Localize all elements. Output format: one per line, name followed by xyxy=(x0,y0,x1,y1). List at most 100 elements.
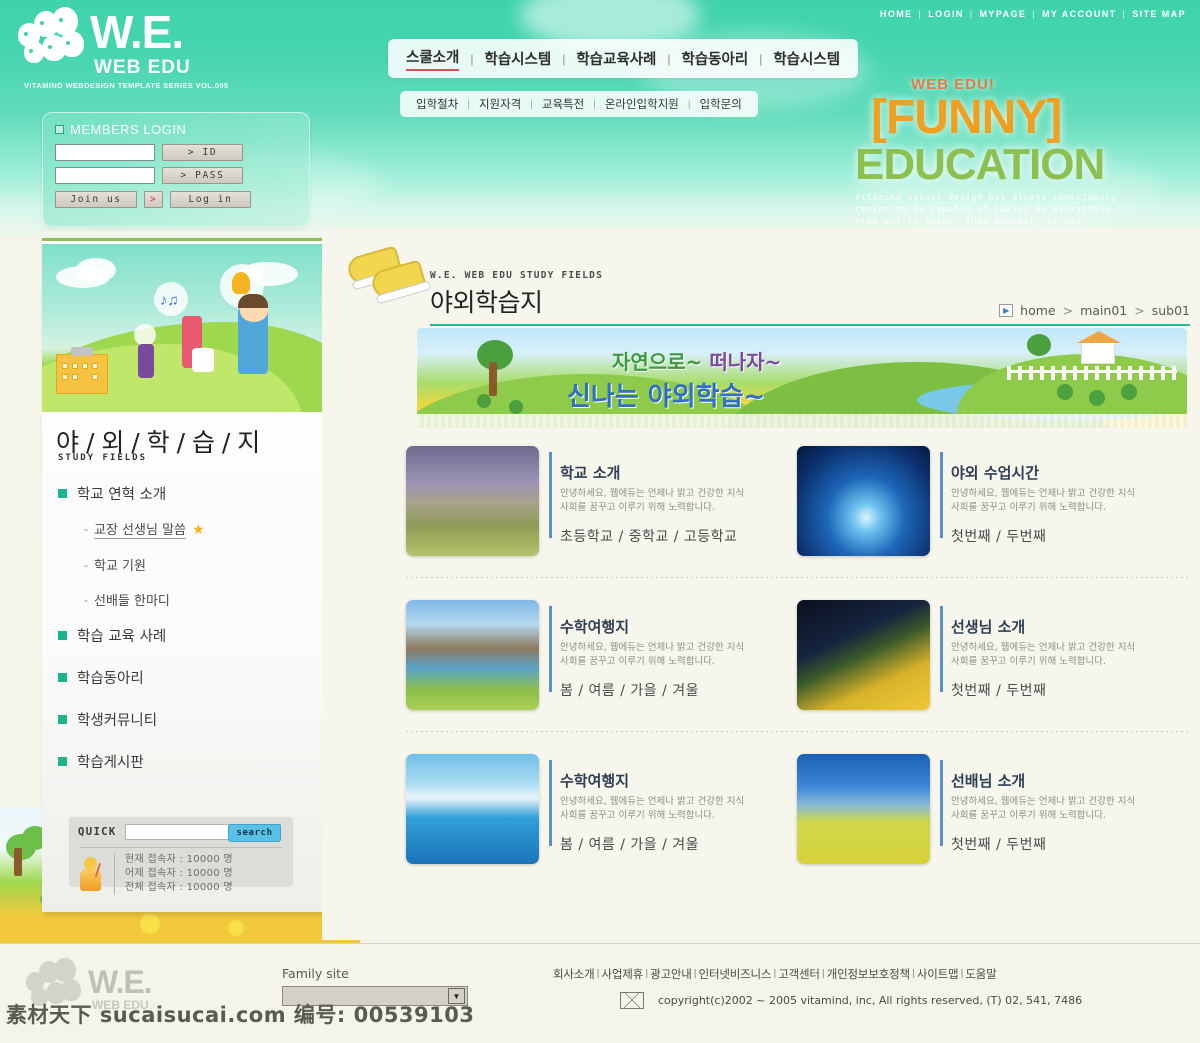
main-nav-item-education-cases[interactable]: 학습교육사례 xyxy=(576,48,656,69)
card-school-intro[interactable]: 학교 소개 안녕하세요, 웹에듀는 언제나 밝고 건강한 지식 사회를 꿈꾸고 … xyxy=(406,446,797,556)
quick-search-input[interactable] xyxy=(125,825,236,839)
main-nav-item-learning-system-2[interactable]: 학습시스템 xyxy=(773,48,840,69)
card-links[interactable]: 첫번째 / 두번째 xyxy=(951,526,1135,546)
login-id-input[interactable] xyxy=(55,144,155,161)
sidebar-item-label: 학습동아리 xyxy=(77,671,144,687)
breadcrumb: ▶ home > main01 > sub01 xyxy=(999,303,1190,318)
card-links[interactable]: 봄 / 여름 / 가을 / 겨울 xyxy=(560,680,744,700)
footer-link-help[interactable]: 도움말 xyxy=(965,967,996,981)
main-nav-item-study-club[interactable]: 학습동아리 xyxy=(682,48,749,69)
log-in-button[interactable]: Log in xyxy=(170,191,251,208)
sub-nav-item-admission-process[interactable]: 입학절차 xyxy=(416,96,458,112)
card-accent-bar xyxy=(549,606,552,692)
logo-tagline: VITAMIND WEBDESIGN TEMPLATE SERIES VOL.0… xyxy=(24,81,229,90)
login-title-row: MEMBERS LOGIN xyxy=(55,122,297,137)
card-alumni-intro[interactable]: 선배님 소개 안녕하세요, 웹에듀는 언제나 밝고 건강한 지식 사회를 꿈꾸고… xyxy=(797,754,1188,864)
nav-separator: | xyxy=(759,51,763,66)
login-input-column xyxy=(55,144,155,184)
utility-nav-item-login[interactable]: LOGIN xyxy=(928,9,964,19)
card-links[interactable]: 봄 / 여름 / 가을 / 겨울 xyxy=(560,834,744,854)
banner-headline-1: 자연으로~ 떠나자~ xyxy=(612,346,781,375)
footer-link-customer-center[interactable]: 고객센터 xyxy=(778,967,820,981)
footer-link-partnership[interactable]: 사업제휴 xyxy=(602,967,644,981)
sidebar-subitem-label: 교장 선생님 말씀 xyxy=(94,519,186,539)
card-description-1: 안녕하세요, 웹에듀는 언제나 밝고 건강한 지식 xyxy=(560,488,745,499)
sidebar-subitem-label: 선배들 한마디 xyxy=(94,594,170,609)
sidebar-item-student-community[interactable]: 학생커뮤니티 xyxy=(58,709,308,730)
lightbulb-icon xyxy=(232,272,250,294)
quick-search-button[interactable]: search xyxy=(228,824,281,842)
nav-separator: | xyxy=(1032,9,1037,19)
footer-link-company[interactable]: 회사소개 xyxy=(553,967,595,981)
card-thumbnail[interactable] xyxy=(797,446,930,556)
footer-link-privacy-policy[interactable]: 개인정보보호정책 xyxy=(827,967,910,981)
breadcrumb-home[interactable]: home xyxy=(1020,303,1055,318)
card-thumbnail[interactable] xyxy=(797,600,930,710)
breadcrumb-sub01[interactable]: sub01 xyxy=(1152,303,1190,318)
sidebar-item-school-history[interactable]: 학교 연혁 소개 xyxy=(58,483,308,504)
sidebar-item-study-club[interactable]: 학습동아리 xyxy=(58,667,308,688)
footer-link-advertising[interactable]: 광고안내 xyxy=(650,967,692,981)
card-links[interactable]: 첫번째 / 두번째 xyxy=(951,834,1135,854)
breadcrumb-main01[interactable]: main01 xyxy=(1080,303,1127,318)
sidebar-subitem-principal-message[interactable]: - 교장 선생님 말씀 ★ xyxy=(84,519,308,539)
join-us-button[interactable]: Join us xyxy=(55,191,137,208)
nav-separator: | xyxy=(1122,9,1127,19)
utility-nav-item-home[interactable]: HOME xyxy=(880,9,913,19)
sub-nav-item-online-apply[interactable]: 온라인입학지원 xyxy=(605,96,679,112)
nav-separator: | xyxy=(969,9,974,19)
card-links[interactable]: 첫번째 / 두번째 xyxy=(951,680,1135,700)
join-arrow-icon[interactable]: > xyxy=(144,191,163,208)
grass-decoration xyxy=(417,414,1187,428)
card-title: 선배님 소개 xyxy=(951,772,1026,790)
utility-nav-item-mypage[interactable]: MYPAGE xyxy=(980,9,1027,19)
sub-nav-item-benefits[interactable]: 교육특전 xyxy=(542,96,584,112)
utility-nav-item-my-account[interactable]: MY ACCOUNT xyxy=(1042,9,1117,19)
find-id-button[interactable]: > ID xyxy=(162,144,243,161)
title-rule xyxy=(430,324,1190,326)
card-outdoor-class-time[interactable]: 야외 수업시간 안녕하세요, 웹에듀는 언제나 밝고 건강한 지식 사회를 꿈꾸… xyxy=(797,446,1188,556)
email-icon[interactable] xyxy=(620,992,644,1009)
card-description-2: 사회를 꿈꾸고 이루기 위해 노력합니다. xyxy=(951,656,1106,667)
site-logo[interactable]: W.E. WEB EDU VITAMIND WEBDESIGN TEMPLATE… xyxy=(14,5,314,95)
content-banner: 자연으로~ 떠나자~ 신나는 야외학습~ xyxy=(417,328,1187,428)
main-nav: 스쿨소개 | 학습시스템 | 학습교육사례 | 학습동아리 | 학습시스템 xyxy=(388,39,859,78)
sneakers-icon xyxy=(345,245,434,305)
footer-link-internet-business[interactable]: 인터넷비즈니스 xyxy=(699,967,772,981)
hero-blurb-line-1: Vitamind visual design has always consci… xyxy=(855,193,1117,203)
find-password-button[interactable]: > PASS xyxy=(162,167,243,184)
sidebar-item-education-cases[interactable]: 학습 교육 사례 xyxy=(58,625,308,646)
card-row: 학교 소개 안녕하세요, 웹에듀는 언제나 밝고 건강한 지식 사회를 꿈꾸고 … xyxy=(406,446,1188,578)
sidebar-subitem-school-origin[interactable]: - 학교 기원 xyxy=(84,555,308,575)
card-thumbnail[interactable] xyxy=(406,446,539,556)
sidebar-subitem-alumni-words[interactable]: - 선배들 한마디 xyxy=(84,590,308,610)
play-arrow-icon: ▶ xyxy=(999,304,1014,317)
login-password-input[interactable] xyxy=(55,167,155,184)
card-field-trip-2[interactable]: 수학여행지 안녕하세요, 웹에듀는 언제나 밝고 건강한 지식 사회를 꿈꾸고 … xyxy=(406,754,797,864)
sidebar-item-label: 학습게시판 xyxy=(77,755,144,771)
card-description-1: 안녕하세요, 웹에듀는 언제나 밝고 건강한 지식 xyxy=(951,796,1136,807)
sidebar-section-subtitle: STUDY FIELDS xyxy=(58,453,148,463)
sidebar-item-study-board[interactable]: 학습게시판 xyxy=(58,751,308,772)
card-teacher-intro[interactable]: 선생님 소개 안녕하세요, 웹에듀는 언제나 밝고 건강한 지식 사회를 꿈꾸고… xyxy=(797,600,1188,710)
link-separator: l xyxy=(773,967,777,981)
card-thumbnail[interactable] xyxy=(797,754,930,864)
card-field-trip-1[interactable]: 수학여행지 안녕하세요, 웹에듀는 언제나 밝고 건강한 지식 사회를 꿈꾸고 … xyxy=(406,600,797,710)
sub-nav-item-eligibility[interactable]: 지원자격 xyxy=(479,96,521,112)
sub-nav-item-inquiry[interactable]: 입학문의 xyxy=(699,96,741,112)
card-thumbnail[interactable] xyxy=(406,754,539,864)
link-separator: l xyxy=(693,967,697,981)
link-separator: l xyxy=(645,967,649,981)
footer-link-sitemap[interactable]: 사이트맵 xyxy=(917,967,959,981)
utility-nav-item-site-map[interactable]: SITE MAP xyxy=(1132,9,1186,19)
card-thumbnail[interactable] xyxy=(406,600,539,710)
card-links[interactable]: 초등학교 / 중학교 / 고등학교 xyxy=(560,526,744,546)
main-nav-item-learning-system[interactable]: 학습시스템 xyxy=(485,48,552,69)
square-bullet-icon xyxy=(55,125,64,134)
main-nav-item-school-intro[interactable]: 스쿨소개 xyxy=(406,46,460,71)
link-separator: l xyxy=(911,967,915,981)
sidebar-menu: 학교 연혁 소개 - 교장 선생님 말씀 ★ - 학교 기원 - 선배들 한마디 xyxy=(58,483,308,793)
stat-today: 현재 접속자 : 10000 명 xyxy=(125,854,233,865)
content-eyebrow: W.E. WEB EDU STUDY FIELDS xyxy=(430,270,603,281)
card-description-2: 사회를 꿈꾸고 이루기 위해 노력합니다. xyxy=(560,656,715,667)
